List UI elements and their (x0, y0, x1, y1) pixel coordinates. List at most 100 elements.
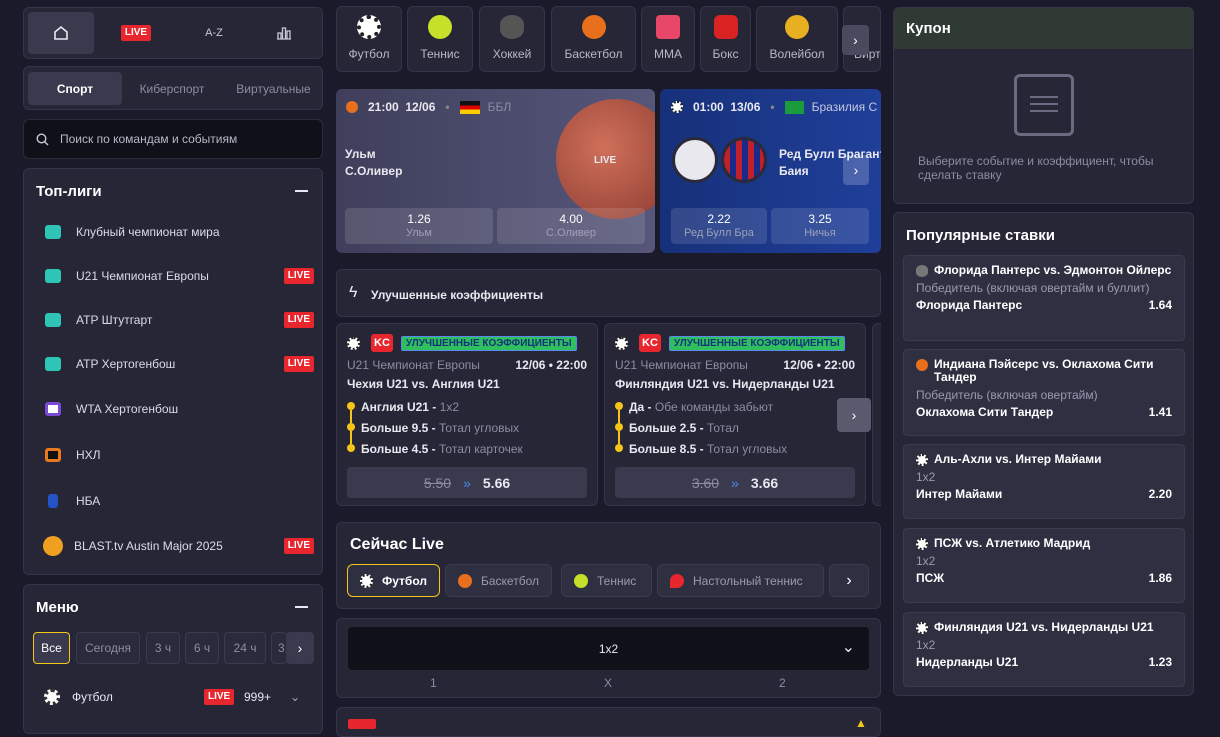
match-time: 21:00 (368, 100, 399, 114)
globe-icon (45, 225, 61, 239)
nba-logo-icon (48, 494, 58, 508)
chevron-right-icon[interactable]: › (843, 155, 869, 185)
team1-jersey (672, 137, 718, 183)
league-item[interactable]: ATP Штутгарт LIVE (36, 298, 314, 342)
basketball-icon (916, 359, 928, 371)
live-now-title: Сейчас Live (350, 536, 444, 553)
top-leagues-title: Топ-лиги (36, 183, 102, 200)
bet-line: Больше 2.5 - Тотал (615, 417, 855, 444)
popular-bet-item[interactable]: Аль-Ахли vs. Интер Майами 1x2 Интер Майа… (903, 444, 1185, 519)
match-name: Чехия U21 vs. Англия U21 (347, 377, 500, 391)
league-item[interactable]: BLAST.tv Austin Major 2025 LIVE (36, 524, 314, 568)
boosted-odds-carousel: KC УЛУЧШЕННЫЕ КОЭФФИЦИЕНТЫ U21 Чемпионат… (336, 270, 881, 510)
home-button[interactable] (28, 12, 94, 54)
event-count: 999+ (244, 690, 272, 704)
tab-virtual[interactable]: Виртуальные (235, 72, 312, 105)
popular-bet-item[interactable]: ПСЖ vs. Атлетико Мадрид 1x2 ПСЖ 1.86 (903, 528, 1185, 603)
menu-title: Меню (36, 599, 79, 616)
sport-hockey[interactable]: Хоккей (479, 6, 545, 72)
warning-icon: ▲ (855, 716, 867, 730)
odd-button[interactable]: 1.26 Ульм (345, 208, 493, 244)
collapse-icon[interactable] (295, 190, 308, 192)
sport-football[interactable]: Футбол (336, 6, 402, 72)
az-nav-button[interactable]: A-Z (181, 12, 247, 54)
boosted-odd-button[interactable]: 5.50» 5.66 (347, 467, 587, 498)
col-label: 2 (779, 676, 786, 690)
odd-button[interactable]: 3.25 Ничья (771, 208, 869, 244)
stats-nav-button[interactable] (251, 12, 317, 54)
league-item[interactable]: U21 Чемпионат Европы LIVE (36, 254, 314, 298)
filter-6h[interactable]: 6 ч (185, 632, 219, 664)
filter-today[interactable]: Сегодня (76, 632, 140, 664)
basketball-icon (346, 101, 358, 113)
sport-mma[interactable]: MMA (641, 6, 695, 72)
collapse-icon[interactable] (295, 606, 308, 608)
league-name: ББЛ (487, 100, 512, 114)
market-select[interactable]: 1x2 ⌄ (348, 627, 869, 670)
popular-bet-item[interactable]: Финляндия U21 vs. Нидерланды U21 1x2 Нид… (903, 612, 1185, 687)
bet-line: Больше 8.5 - Тотал угловых (615, 438, 855, 459)
popular-bets-title: Популярные ставки (906, 227, 1055, 244)
filter-3[interactable]: 3 (271, 632, 287, 664)
boosted-tag: УЛУЧШЕННЫЕ КОЭФФИЦИЕНТЫ (400, 335, 577, 351)
league-item[interactable]: НБА (36, 479, 314, 523)
league-item[interactable]: НХЛ (36, 433, 314, 477)
sport-row-football[interactable]: Футбол LIVE 999+ ⌄ (44, 689, 306, 705)
bet-line: Больше 9.5 - Тотал угловых (347, 417, 587, 444)
boosted-odd-button[interactable]: 3.60» 3.66 (615, 467, 855, 498)
chevron-right-icon[interactable]: › (286, 632, 314, 664)
popular-bet-item[interactable]: Флорида Пантерс vs. Эдмонтон Ойлерс Побе… (903, 255, 1185, 341)
football-icon (347, 336, 360, 350)
filter-24h[interactable]: 24 ч (224, 632, 266, 664)
featured-match-card[interactable]: 01:00 13/06 • Бразилия С Ред Булл Браган… (660, 89, 881, 253)
home-icon (54, 25, 68, 40)
search-input[interactable]: Поиск по командам и событиям (60, 132, 237, 146)
tab-sport[interactable]: Спорт (28, 72, 122, 105)
hockey-puck-icon (500, 15, 524, 39)
chevron-right-icon[interactable]: › (842, 25, 869, 55)
live-badge (348, 719, 376, 729)
boosted-card[interactable]: KC УЛУЧШЕННЫЕ КОЭФФИЦИЕНТЫ U21 Чемпионат… (604, 323, 866, 506)
league-item[interactable]: ATP Хертогенбош LIVE (36, 342, 314, 386)
league-item[interactable]: WTA Хертогенбош (36, 387, 314, 431)
boxing-glove-icon (713, 15, 738, 39)
live-filter-football[interactable]: Футбол (347, 564, 440, 597)
coupon-panel: Купон Выберите событие и коэффициент, чт… (893, 7, 1194, 204)
boosted-card-partial[interactable] (872, 323, 881, 506)
sport-boxing[interactable]: Бокс (700, 6, 751, 72)
coupon-header: Купон (894, 8, 1193, 49)
brazil-flag-icon (784, 100, 804, 114)
filter-3h[interactable]: 3 ч (146, 632, 180, 664)
search-bar[interactable]: Поиск по командам и событиям (23, 119, 323, 159)
live-filter-basketball[interactable]: Баскетбол (445, 564, 552, 597)
live-badge: LIVE (120, 25, 152, 41)
filter-all[interactable]: Все (33, 632, 70, 664)
boosted-card[interactable]: KC УЛУЧШЕННЫЕ КОЭФФИЦИЕНТЫ U21 Чемпионат… (336, 323, 598, 506)
live-nav-button[interactable]: LIVE (103, 12, 169, 54)
sport-basketball[interactable]: Баскетбол (551, 6, 636, 72)
bet-line: Больше 4.5 - Тотал карточек (347, 438, 587, 459)
table-tennis-icon (670, 573, 684, 588)
live-filter-table-tennis[interactable]: Настольный теннис (657, 564, 824, 597)
popular-bet-item[interactable]: Индиана Пэйсерс vs. Оклахома Сити Тандер… (903, 349, 1185, 436)
sport-volleyball[interactable]: Волейбол (756, 6, 838, 72)
featured-match-card[interactable]: 21:00 12/06 • ББЛ Ульм С.Оливер LIVE 1.2… (336, 89, 655, 253)
sport-tennis[interactable]: Теннис (407, 6, 473, 72)
tab-esport[interactable]: Киберспорт (134, 72, 210, 105)
live-filter-tennis[interactable]: Теннис (561, 564, 652, 597)
league-item[interactable]: Клубный чемпионат мира (36, 210, 314, 254)
live-badge: LIVE (283, 268, 314, 284)
odd-button[interactable]: 2.22 Ред Булл Бра (671, 208, 767, 244)
live-badge: LIVE (283, 538, 314, 554)
chevron-right-icon[interactable]: › (837, 398, 871, 432)
chevron-down-icon[interactable]: ⌄ (290, 690, 300, 704)
football-icon (357, 15, 381, 39)
top-nav: LIVE A-Z (23, 7, 323, 59)
team2-name: Баия (779, 164, 809, 178)
popular-bets-panel: Популярные ставки Флорида Пантерс vs. Эд… (893, 212, 1194, 696)
odd-button[interactable]: 4.00 С.Оливер (497, 208, 645, 244)
live-badge: LIVE (283, 312, 314, 328)
basketball-icon (581, 15, 606, 39)
chevron-right-icon[interactable]: › (829, 564, 869, 597)
match-date: 13/06 (730, 100, 761, 114)
